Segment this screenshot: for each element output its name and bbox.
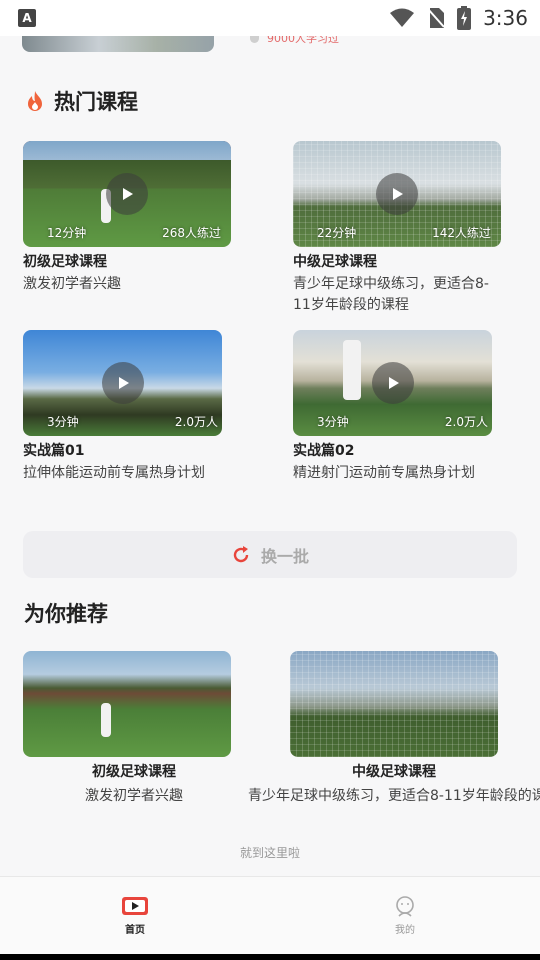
course-thumbnail[interactable]: 3分钟 2.0万人 [293, 330, 492, 436]
profile-icon [396, 896, 414, 917]
recommend-card[interactable]: 初级足球课程 激发初学者兴趣 [0, 651, 260, 805]
course-thumbnail[interactable]: 22分钟 142人练过 [293, 141, 501, 247]
course-thumbnail[interactable] [290, 651, 498, 757]
clock: 3:36 [483, 6, 528, 30]
tab-home[interactable]: 首页 [0, 877, 270, 954]
app-notification-icon: A [18, 9, 36, 27]
course-title: 实战篇01 [23, 443, 85, 459]
course-title: 初级足球课程 [23, 254, 107, 270]
status-bar: A 3:36 [0, 0, 540, 36]
course-card[interactable]: 3分钟 2.0万人 实战篇01 拉伸体能运动前专属热身计划 [23, 330, 233, 484]
course-card[interactable]: 12分钟 268人练过 初级足球课程 激发初学者兴趣 [23, 141, 233, 295]
course-title: 初级足球课程 [92, 764, 176, 780]
shield-icon [250, 36, 259, 43]
course-thumbnail[interactable]: 3分钟 2.0万人 [23, 330, 222, 436]
end-of-list-text: 就到这里啦 [239, 846, 300, 860]
wifi-icon [390, 8, 415, 27]
course-title: 中级足球课程 [293, 254, 377, 270]
course-duration: 12分钟 [47, 226, 87, 240]
play-icon[interactable] [371, 362, 414, 404]
refresh-label: 换一批 [260, 546, 309, 566]
refresh-icon [233, 545, 249, 562]
refresh-button[interactable]: 换一批 [23, 531, 517, 578]
course-practice-count: 268人练过 [162, 226, 221, 240]
battery-icon [457, 6, 472, 30]
play-icon[interactable] [106, 173, 148, 215]
course-card[interactable]: 22分钟 142人练过 中级足球课程 青少年足球中级练习，更适合8-11岁年龄段… [293, 141, 503, 316]
play-icon[interactable] [101, 362, 144, 404]
course-practice-count: 142人练过 [432, 226, 491, 240]
course-duration: 22分钟 [317, 226, 357, 240]
course-desc: 拉伸体能运动前专属热身计划 [23, 465, 205, 481]
play-icon[interactable] [376, 173, 418, 215]
bottom-tab-bar: 首页 我的 [0, 876, 540, 954]
course-thumbnail[interactable]: 12分钟 268人练过 [23, 141, 231, 247]
fire-icon [28, 91, 42, 111]
section-title: 为你推荐 [24, 602, 108, 626]
main-scroll[interactable]: 9000人学习过 热门课程 12分钟 268人练过 初级足球课程 激发初学者兴趣… [0, 36, 540, 876]
course-desc: 青少年足球中级练习，更适合8-11岁年龄段的课 [248, 788, 540, 804]
tab-label: 我的 [395, 925, 415, 936]
tab-profile[interactable]: 我的 [270, 877, 540, 954]
system-nav-bar [0, 954, 540, 960]
course-desc: 精进射门运动前专属热身计划 [293, 465, 475, 481]
previous-card-thumbnail[interactable] [22, 36, 214, 52]
no-sim-icon [427, 8, 445, 28]
course-duration: 3分钟 [47, 415, 79, 429]
course-desc: 激发初学者兴趣 [23, 276, 121, 292]
previous-count-text: 9000人学习过 [267, 36, 339, 45]
course-duration: 3分钟 [317, 415, 349, 429]
recommend-header: 为你推荐 [24, 598, 108, 628]
section-title: 热门课程 [54, 90, 138, 114]
tab-label: 首页 [125, 925, 145, 936]
course-title: 中级足球课程 [352, 764, 436, 780]
recommend-card[interactable]: 中级足球课程 青少年足球中级练习，更适合8-11岁年龄段的课 [248, 651, 540, 805]
course-thumbnail[interactable] [23, 651, 231, 757]
course-title: 实战篇02 [293, 443, 355, 459]
course-card[interactable]: 3分钟 2.0万人 实战篇02 精进射门运动前专属热身计划 [293, 330, 503, 484]
course-practice-count: 2.0万人 [174, 415, 218, 429]
course-practice-count: 2.0万人 [444, 415, 488, 429]
previous-card-count: 9000人学习过 [250, 36, 339, 46]
course-desc: 青少年足球中级练习，更适合8-11岁年龄段的课程 [293, 276, 489, 313]
hot-courses-header: 热门课程 [24, 86, 138, 116]
course-desc: 激发初学者兴趣 [85, 788, 183, 804]
home-video-icon [122, 897, 148, 915]
